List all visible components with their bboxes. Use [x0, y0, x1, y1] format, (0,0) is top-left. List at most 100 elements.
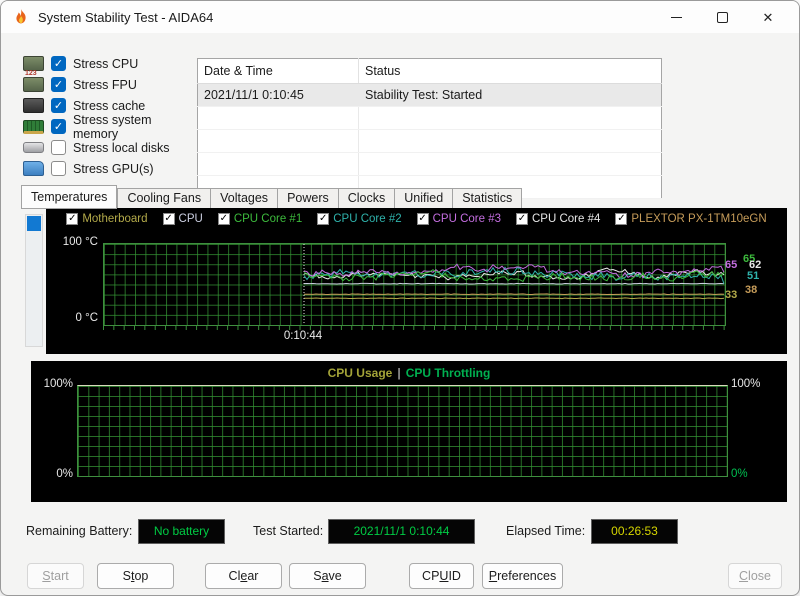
checkbox-stress-cache[interactable]: ✓ — [51, 98, 66, 113]
maximize-button[interactable] — [699, 1, 745, 33]
legend-item-motherboard: ✓ Motherboard — [66, 213, 148, 225]
temp-axis-min-label: 0 °C — [75, 312, 99, 324]
legend-checkbox-motherboard[interactable]: ✓ — [66, 213, 79, 225]
table-row-empty — [197, 152, 662, 176]
scrollbar-thumb[interactable] — [27, 216, 41, 231]
remaining-battery-label: Remaining Battery: — [26, 524, 133, 538]
temperature-plot — [103, 243, 726, 326]
checkbox-stress-system-memory[interactable]: ✓ — [51, 119, 66, 134]
disk-icon — [23, 142, 44, 153]
stress-option-label: Stress system memory — [73, 112, 152, 141]
legend-label: CPU — [178, 213, 203, 225]
table-row-empty — [197, 106, 662, 130]
temperature-chart-panel: ✓ Motherboard ✓ CPU ✓ CPU Core #1 ✓ CPU Core #2… — [46, 208, 787, 354]
tab-statistics[interactable]: Statistics — [452, 188, 523, 209]
tab-cooling-fans[interactable]: Cooling Fans — [117, 188, 211, 209]
trace-plextor-px-1tm10egn — [303, 293, 725, 296]
checkbox-stress-gpu-s[interactable] — [51, 161, 66, 176]
close-window-button[interactable]: ✕ — [745, 1, 791, 33]
cpu-usage-chart-title: CPU Usage | CPU Throttling — [31, 366, 787, 380]
chart-vertical-scrollbar[interactable] — [25, 214, 43, 347]
legend-checkbox-cpu-core-4[interactable]: ✓ — [516, 213, 528, 225]
legend-label: Motherboard — [82, 213, 148, 225]
value-label-65: 65 — [725, 259, 738, 271]
usage-axis-max-label-left: 100% — [43, 378, 73, 390]
save-button[interactable]: Save — [289, 563, 366, 589]
legend-item-plextor-px-1tm10egn: ✓ PLEXTOR PX-1TM10eGN — [615, 213, 767, 225]
legend-label: CPU Core #1 — [233, 213, 303, 225]
event-log-body: 2021/11/1 0:10:45 Stability Test: Started — [197, 83, 662, 199]
legend-label: PLEXTOR PX-1TM10eGN — [631, 213, 767, 225]
minimize-button[interactable] — [653, 1, 699, 33]
tab-temperatures[interactable]: Temperatures — [21, 185, 118, 209]
cell-empty — [358, 152, 662, 176]
checkbox-stress-cpu[interactable]: ✓ — [51, 56, 66, 71]
stress-options-list: ✓ Stress CPU ✓ Stress FPU ✓ Stress cache ✓ Stre… — [23, 53, 195, 179]
legend-checkbox-cpu-core-2[interactable]: ✓ — [317, 213, 330, 225]
value-label-51: 51 — [747, 270, 760, 282]
table-row[interactable]: 2021/11/1 0:10:45 Stability Test: Started — [197, 83, 662, 107]
value-label-33: 33 — [725, 289, 738, 301]
stress-option-label: Stress FPU — [73, 77, 137, 92]
cell-empty — [358, 129, 662, 153]
column-header-status[interactable]: Status — [358, 58, 662, 84]
cpu-usage-plot — [77, 385, 728, 477]
test-started-value: 2021/11/1 0:10:44 — [328, 519, 475, 544]
clear-button[interactable]: Clear — [205, 563, 282, 589]
elapsed-time-label: Elapsed Time: — [506, 524, 586, 538]
event-log-table: Date & Time Status 2021/11/1 0:10:45 Stab… — [197, 58, 662, 199]
close-button[interactable]: Close — [728, 563, 782, 589]
stress-option-stress-system-memory[interactable]: ✓ Stress system memory — [23, 113, 195, 141]
elapsed-time-value: 00:26:53 — [591, 519, 678, 544]
stress-option-stress-fpu[interactable]: ✓ Stress FPU — [23, 70, 195, 95]
cell-empty — [197, 152, 359, 176]
tab-voltages[interactable]: Voltages — [210, 188, 278, 209]
cell-datetime: 2021/11/1 0:10:45 — [197, 83, 359, 107]
cpu-usage-chart-panel: CPU Usage | CPU Throttling 100% 0% 100% 0% — [31, 361, 787, 502]
window-controls: ✕ — [653, 1, 791, 33]
test-start-time-marker: 0:10:44 — [283, 330, 323, 342]
legend-checkbox-plextor-px-1tm10egn[interactable]: ✓ — [615, 213, 628, 225]
stress-option-stress-cpu[interactable]: ✓ Stress CPU — [23, 53, 195, 74]
temp-axis-max-label: 100 °C — [62, 236, 98, 248]
column-header-date-time[interactable]: Date & Time — [197, 58, 359, 84]
system-stability-test-window: System Stability Test - AIDA64 ✕ ✓ Stress… — [0, 0, 800, 596]
start-button[interactable]: Start — [27, 563, 84, 589]
stress-option-label: Stress cache — [73, 98, 146, 113]
button-row: Start Stop Clear Save CPUID Preferences Close — [1, 563, 799, 591]
tab-unified[interactable]: Unified — [394, 188, 453, 209]
maximize-icon — [716, 11, 728, 23]
title-separator: | — [397, 366, 401, 380]
stop-button[interactable]: Stop — [97, 563, 174, 589]
minimize-icon — [670, 16, 682, 18]
usage-axis-max-label-right: 100% — [731, 378, 761, 390]
stress-option-label: Stress CPU — [73, 56, 139, 71]
legend-label: CPU Core #3 — [432, 213, 501, 225]
tab-clocks[interactable]: Clocks — [337, 188, 395, 209]
legend-item-cpu-core-3: ✓ CPU Core #3 — [416, 213, 501, 225]
preferences-button[interactable]: Preferences — [482, 563, 563, 589]
legend-checkbox-cpu[interactable]: ✓ — [162, 213, 175, 225]
trace-cpu-core-2 — [303, 266, 725, 284]
flame-icon — [12, 8, 30, 26]
checkbox-stress-fpu[interactable]: ✓ — [51, 77, 66, 92]
temperature-chart-legend: ✓ Motherboard ✓ CPU ✓ CPU Core #1 ✓ CPU Core #2… — [46, 213, 787, 225]
stress-option-stress-gpu-s[interactable]: Stress GPU(s) — [23, 158, 195, 179]
remaining-battery-value: No battery — [138, 519, 225, 544]
cpuid-button[interactable]: CPUID — [409, 563, 474, 589]
stress-option-stress-local-disks[interactable]: Stress local disks — [23, 137, 195, 158]
legend-checkbox-cpu-core-3[interactable]: ✓ — [416, 213, 429, 225]
memory-icon — [23, 119, 44, 134]
cache-icon — [23, 98, 44, 113]
table-row-empty — [197, 129, 662, 153]
usage-axis-min-label-right: 0% — [731, 468, 748, 480]
legend-item-cpu-core-4: ✓ CPU Core #4 — [516, 213, 600, 225]
legend-item-cpu-core-2: ✓ CPU Core #2 — [317, 213, 402, 225]
stress-option-label: Stress GPU(s) — [73, 161, 154, 176]
legend-label: CPU Core #4 — [532, 213, 601, 225]
legend-checkbox-cpu-core-1[interactable]: ✓ — [217, 213, 230, 225]
checkbox-stress-local-disks[interactable] — [51, 140, 66, 155]
legend-label: CPU Core #2 — [333, 213, 402, 225]
tab-powers[interactable]: Powers — [277, 188, 338, 209]
close-icon: ✕ — [762, 9, 774, 25]
